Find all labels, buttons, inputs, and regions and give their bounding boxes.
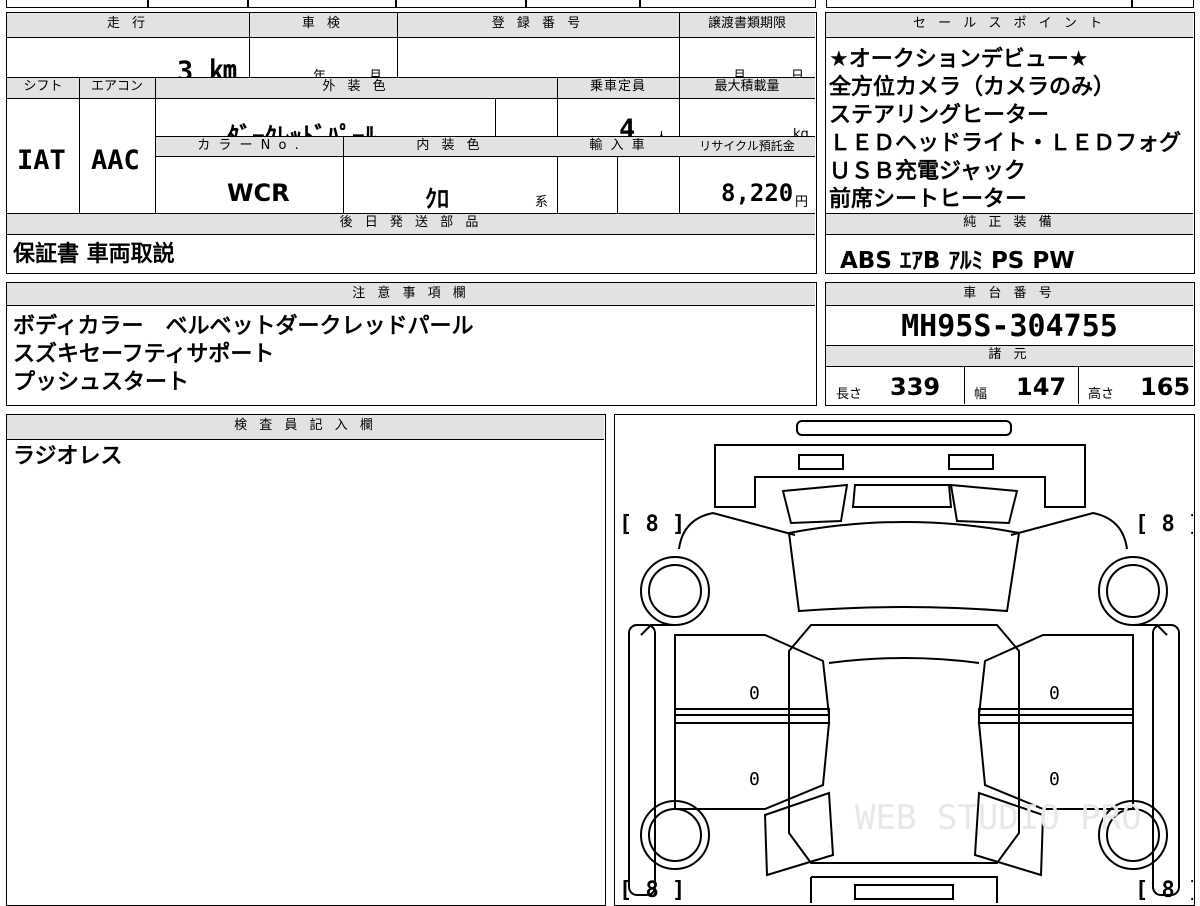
shift-value: IAT — [17, 145, 66, 176]
genuine-equipment-header: 純 正 装 備 — [963, 215, 1056, 230]
selling-point-item: ★オークションデビュー★ — [829, 47, 1089, 72]
recycle-deposit-unit: 円 — [795, 195, 809, 210]
inspection-header: 車 検 — [301, 16, 345, 31]
chassis-number-value: MH95S-304755 — [901, 309, 1118, 344]
selling-points-header: セ ー ル ス ポ イ ン ト — [913, 16, 1106, 31]
door-front-left-mark: 0 — [749, 683, 760, 704]
recycle-deposit-header: リサイクル預託金 — [699, 139, 795, 153]
note-line: ボディカラー ベルベットダークレッドパール — [13, 314, 474, 339]
height-label: 高さ — [1088, 387, 1115, 402]
vehicle-spec-box: 走 行 車 検 登 録 番 号 譲渡書類期限 3 ㎞ 年 月 月 日 シフト エ… — [6, 12, 817, 274]
watermark: WEB STUDIO PRO — [855, 798, 1142, 838]
tire-front-left-grade: [ 8 ] — [619, 512, 685, 537]
door-rear-right-mark: 0 — [1049, 769, 1060, 790]
notes-box: 注 意 事 項 欄 ボディカラー ベルベットダークレッドパール スズキセーフティ… — [6, 282, 817, 406]
tire-rear-right-grade: [ 8 ] — [1135, 878, 1193, 903]
top-strip-cell — [640, 0, 816, 8]
max-load-header: 最大積載量 — [714, 79, 780, 94]
interior-suffix: 系 — [535, 195, 549, 210]
selling-point-item: ＬＥＤヘッドライト・ＬＥＤフォグ — [829, 131, 1182, 156]
length-label: 長さ — [836, 387, 863, 402]
top-strip-cell — [396, 0, 526, 8]
color-no-header: カ ラ ー N o . — [197, 138, 301, 153]
chassis-box: 車 台 番 号 MH95S-304755 諸 元 長さ 339 幅 147 高さ… — [825, 282, 1195, 406]
door-rear-left-mark: 0 — [749, 769, 760, 790]
inspector-header: 検 査 員 記 入 欄 — [234, 418, 377, 433]
width-label: 幅 — [974, 387, 988, 402]
aircon-value: AAC — [91, 145, 140, 176]
selling-point-item: ステアリングヒーター — [829, 103, 1050, 128]
vehicle-diagram-box: [ 8 ] [ 8 ] [ 8 ] [ 8 ] 0 0 0 0 WEB STUD… — [614, 414, 1195, 906]
later-parts-value: 保証書 車両取説 — [13, 242, 175, 267]
note-line: スズキセーフティサポート — [13, 342, 275, 367]
vehicle-diagram: [ 8 ] [ 8 ] [ 8 ] [ 8 ] 0 0 0 0 WEB STUD… — [619, 420, 1193, 903]
selling-point-item: 前席シートヒーター — [829, 187, 1028, 212]
shift-header: シフト — [23, 79, 63, 94]
selling-point-item: 全方位カメラ（カメラのみ） — [829, 75, 1116, 100]
inspector-box: 検 査 員 記 入 欄 ラジオレス — [6, 414, 606, 906]
tire-rear-left-grade: [ 8 ] — [619, 878, 685, 903]
recycle-deposit-value: 8,220 — [721, 179, 794, 207]
door-front-right-mark: 0 — [1049, 683, 1060, 704]
color-no-value: WCR — [227, 179, 290, 207]
interior-color-value: ｸﾛ — [425, 185, 449, 213]
capacity-header: 乗車定員 — [589, 79, 646, 94]
top-strip-cell — [826, 0, 1132, 8]
width-value: 147 — [1016, 373, 1067, 401]
height-value: 165 — [1140, 373, 1191, 401]
top-strip-cell — [1132, 0, 1194, 8]
tire-front-right-grade: [ 8 ] — [1135, 512, 1193, 537]
mileage-header: 走 行 — [106, 16, 150, 31]
aircon-header: エアコン — [90, 79, 143, 94]
transfer-deadline-header: 譲渡書類期限 — [707, 16, 786, 31]
genuine-equipment-value: ABS ｴｱB ｱﾙﾐ PS PW — [840, 248, 1075, 274]
notes-header: 注 意 事 項 欄 — [352, 286, 470, 301]
registration-header: 登 録 番 号 — [491, 16, 585, 31]
exterior-color-header: 外 装 色 — [322, 79, 390, 94]
selling-point-item: ＵＳＢ充電ジャック — [829, 159, 1026, 184]
top-strip-cell — [526, 0, 640, 8]
inspector-note: ラジオレス — [13, 444, 123, 469]
note-line: プッシュスタート — [13, 370, 190, 395]
length-value: 339 — [890, 373, 941, 401]
top-strip-cell — [148, 0, 248, 8]
specifications-header: 諸 元 — [988, 347, 1031, 362]
later-parts-header: 後 日 発 送 部 品 — [339, 215, 483, 230]
top-strip-cell — [6, 0, 148, 8]
chassis-number-header: 車 台 番 号 — [963, 286, 1056, 301]
selling-points-box: セ ー ル ス ポ イ ン ト ★オークションデビュー★ 全方位カメラ（カメラの… — [825, 12, 1195, 274]
interior-color-header: 内 装 色 — [416, 138, 484, 153]
import-header: 輸 入 車 — [589, 138, 647, 153]
top-strip-cell — [248, 0, 396, 8]
